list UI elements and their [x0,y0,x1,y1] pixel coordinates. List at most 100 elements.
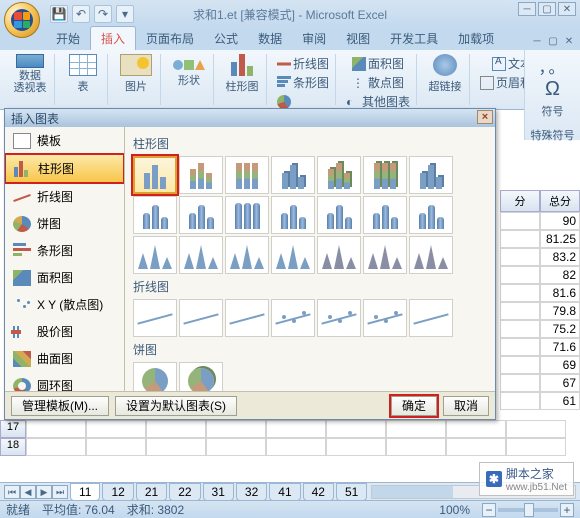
hyperlink-button[interactable]: 超链接 [425,54,465,94]
sub-min[interactable]: ─ [530,36,544,48]
tab-home[interactable]: 开始 [46,27,90,50]
ok-button[interactable]: 确定 [391,396,437,416]
sheet-next[interactable]: ▶ [36,485,52,499]
chart-cylinder-7[interactable] [409,196,453,234]
sheet-last[interactable]: ⏭ [52,485,68,499]
chart-cylinder-6[interactable] [363,196,407,234]
chart-type-sidebar: 模板 柱形图 折线图 饼图 条形图 面积图 X Y (散点图) 股价图 曲面图 … [5,127,125,391]
chart-cylinder-1[interactable] [133,196,177,234]
chart-cone-4[interactable] [271,236,315,274]
line-chart-icon [277,57,291,71]
chart-line-6[interactable] [363,299,407,337]
tab-addins[interactable]: 加载项 [448,27,504,50]
qat-redo[interactable]: ↷ [94,5,112,23]
tab-formulas[interactable]: 公式 [204,27,248,50]
chart-pyramid-3[interactable] [409,236,453,274]
chart-cone-3[interactable] [225,236,269,274]
sidebar-stock[interactable]: 股价图 [5,318,124,345]
chart-cylinder-4[interactable] [271,196,315,234]
sheet-21[interactable]: 21 [136,483,167,501]
symbol-dots[interactable]: ，。 [538,54,566,78]
cancel-button[interactable]: 取消 [443,396,489,416]
chart-cone-2[interactable] [179,236,223,274]
bar-chart-button[interactable]: 条形图 [275,73,331,92]
dialog-titlebar[interactable]: 插入图表 × [5,109,495,127]
sheet-42[interactable]: 42 [303,483,334,501]
sheet-11[interactable]: 11 [70,483,100,501]
sidebar-doughnut[interactable]: 圆环图 [5,372,124,391]
chart-3d-clustered[interactable] [271,156,315,194]
line-chart-button[interactable]: 折线图 [275,54,331,73]
picture-icon [120,54,152,76]
qat-more[interactable]: ▾ [116,5,134,23]
sheet-12[interactable]: 12 [102,483,133,501]
chart-pyramid-1[interactable] [317,236,361,274]
chart-100-stacked-column[interactable] [225,156,269,194]
chart-line-2[interactable] [179,299,223,337]
minimize-button[interactable]: ─ [518,2,536,16]
tab-page-layout[interactable]: 页面布局 [136,27,204,50]
symbol-omega[interactable]: Ω [545,78,560,101]
chart-line-5[interactable] [317,299,361,337]
sidebar-area[interactable]: 面积图 [5,264,124,291]
sub-close[interactable]: ✕ [562,36,576,48]
status-bar: 就绪 平均值: 76.04 求和: 3802 100% − + [0,500,580,518]
chart-line-3[interactable] [225,299,269,337]
sheet-22[interactable]: 22 [169,483,200,501]
dialog-close[interactable]: × [477,110,493,124]
other-chart-icon: ◐ [346,95,360,109]
sheet-prev[interactable]: ◀ [20,485,36,499]
sidebar-bar[interactable]: 条形图 [5,237,124,264]
shapes-button[interactable]: 形状 [169,54,209,94]
chart-pie-1[interactable] [133,362,177,391]
sidebar-surface[interactable]: 曲面图 [5,345,124,372]
table-button[interactable]: 表 [63,54,103,94]
picture-button[interactable]: 图片 [116,54,156,94]
sidebar-column[interactable]: 柱形图 [5,154,124,183]
chart-pie-2[interactable] [179,362,223,391]
chart-line-4[interactable] [271,299,315,337]
sheet-41[interactable]: 41 [269,483,300,501]
sidebar-templates[interactable]: 模板 [5,127,124,154]
sidebar-xy[interactable]: X Y (散点图) [5,291,124,318]
chart-3d-stacked[interactable] [317,156,361,194]
pivot-table-button[interactable]: 数据 透视表 [10,54,50,94]
chart-cylinder-2[interactable] [179,196,223,234]
chart-cylinder-3[interactable] [225,196,269,234]
set-default-button[interactable]: 设置为默认图表(S) [115,396,237,416]
close-button[interactable]: ✕ [558,2,576,16]
chart-pyramid-2[interactable] [363,236,407,274]
office-button[interactable] [4,2,40,38]
column-icon [14,161,32,177]
sheet-first[interactable]: ⏮ [4,485,20,499]
tab-review[interactable]: 审阅 [292,27,336,50]
area-chart-button[interactable]: 面积图 [350,54,406,73]
sheet-51[interactable]: 51 [336,483,367,501]
chart-cone-1[interactable] [133,236,177,274]
chart-stacked-column[interactable] [179,156,223,194]
tab-insert[interactable]: 插入 [90,26,136,50]
tab-view[interactable]: 视图 [336,27,380,50]
sidebar-line[interactable]: 折线图 [5,183,124,210]
tab-data[interactable]: 数据 [248,27,292,50]
sheet-31[interactable]: 31 [203,483,234,501]
chart-3d-100-stacked[interactable] [363,156,407,194]
sidebar-pie[interactable]: 饼图 [5,210,124,237]
chart-cylinder-5[interactable] [317,196,361,234]
chart-clustered-column[interactable] [133,156,177,194]
zoom-slider[interactable] [498,508,558,512]
tab-developer[interactable]: 开发工具 [380,27,448,50]
sub-max[interactable]: ▢ [546,36,560,48]
column-chart-button[interactable]: 柱形图 [222,54,262,94]
zoom-in[interactable]: + [560,503,574,517]
chart-line-1[interactable] [133,299,177,337]
zoom-out[interactable]: − [482,503,496,517]
scatter-chart-button[interactable]: ⋮散点图 [350,73,406,92]
sheet-32[interactable]: 32 [236,483,267,501]
qat-save[interactable]: 💾 [50,5,68,23]
chart-line-7[interactable] [409,299,453,337]
manage-templates-button[interactable]: 管理模板(M)... [11,396,109,416]
maximize-button[interactable]: ▢ [538,2,556,16]
chart-3d-column[interactable] [409,156,453,194]
qat-undo[interactable]: ↶ [72,5,90,23]
